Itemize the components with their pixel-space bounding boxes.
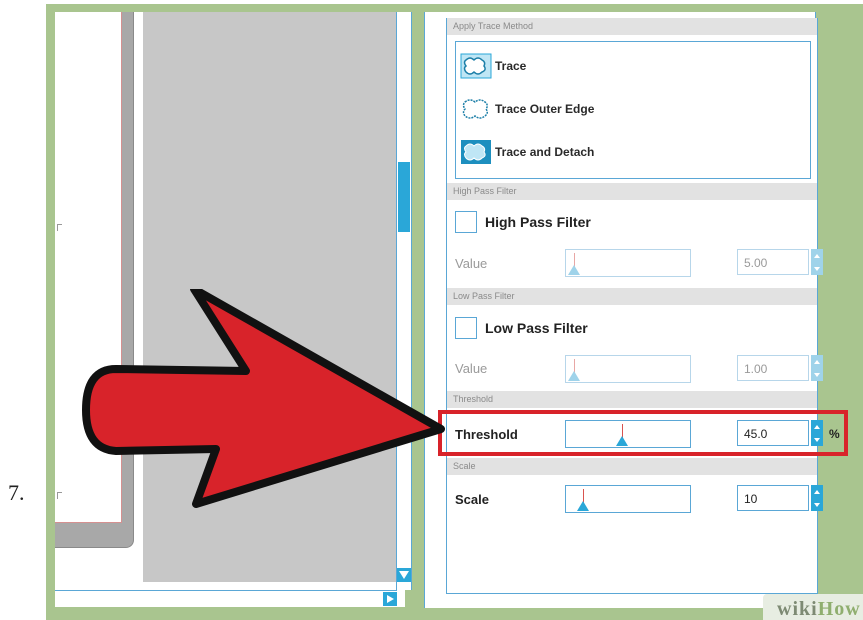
high-pass-filter-label: High Pass Filter	[485, 214, 591, 230]
section-header-scale: Scale	[447, 458, 817, 475]
spin-up-icon[interactable]	[814, 253, 820, 258]
watermark-wiki: wiki	[777, 598, 818, 620]
screenshot-frame: Apply Trace Method Trace Trace Outer Edg…	[46, 4, 863, 620]
watermark-how: How	[817, 598, 861, 620]
trace-and-detach-button[interactable]: Trace and Detach	[460, 138, 594, 166]
low-pass-filter-row[interactable]: Low Pass Filter	[455, 316, 588, 340]
trace-outer-edge-icon	[462, 99, 489, 119]
trace-outer-edge-button[interactable]: Trace Outer Edge	[460, 95, 594, 123]
threshold-highlight-box	[438, 410, 848, 456]
spin-down-icon[interactable]	[814, 502, 820, 507]
high-pass-value-input[interactable]: 5.00	[737, 249, 809, 275]
section-header-trace-method: Apply Trace Method	[447, 18, 817, 35]
low-pass-filter-checkbox[interactable]	[455, 317, 477, 339]
arrow-right-icon	[387, 595, 394, 603]
slider-thumb[interactable]	[568, 371, 580, 381]
high-pass-value-spinner[interactable]	[811, 249, 823, 275]
pointing-arrow-icon	[82, 289, 445, 508]
spin-down-icon[interactable]	[814, 266, 820, 271]
low-pass-value-input[interactable]: 1.00	[737, 355, 809, 381]
low-pass-value-label: Value	[455, 361, 488, 376]
registration-mark	[57, 224, 62, 231]
slider-thumb[interactable]	[568, 265, 580, 275]
scale-label: Scale	[455, 492, 489, 507]
scrollbar-thumb[interactable]	[398, 162, 410, 232]
scale-input[interactable]: 10	[737, 485, 809, 511]
low-pass-value-spinner[interactable]	[811, 355, 823, 381]
trace-method-box: Trace Trace Outer Edge Trace and Detach	[455, 41, 811, 179]
scroll-down-button[interactable]	[397, 568, 411, 582]
high-pass-filter-row[interactable]: High Pass Filter	[455, 210, 591, 234]
high-pass-value-label: Value	[455, 256, 488, 271]
section-header-threshold: Threshold	[447, 391, 817, 408]
trace-label: Trace	[495, 59, 527, 73]
spin-up-icon[interactable]	[814, 359, 820, 364]
scroll-right-button[interactable]	[383, 592, 397, 606]
trace-button[interactable]: Trace	[460, 52, 526, 80]
registration-mark	[57, 492, 62, 499]
slider-thumb[interactable]	[577, 501, 589, 511]
scale-spinner[interactable]	[811, 485, 823, 511]
trace-icon	[460, 53, 492, 79]
wikihow-watermark: wikiHow	[763, 594, 863, 620]
scale-slider[interactable]	[565, 485, 691, 513]
high-pass-value-slider[interactable]	[565, 249, 691, 277]
high-pass-filter-checkbox[interactable]	[455, 211, 477, 233]
arrow-down-icon	[399, 571, 409, 579]
section-header-low-pass: Low Pass Filter	[447, 288, 817, 305]
trace-outer-edge-label: Trace Outer Edge	[495, 102, 595, 116]
low-pass-filter-label: Low Pass Filter	[485, 320, 588, 336]
spin-up-icon[interactable]	[814, 489, 820, 494]
section-header-high-pass: High Pass Filter	[447, 183, 817, 200]
low-pass-value-slider[interactable]	[565, 355, 691, 383]
step-number: 7.	[8, 480, 25, 505]
trace-panel: Apply Trace Method Trace Trace Outer Edg…	[446, 18, 840, 594]
spin-down-icon[interactable]	[814, 372, 820, 377]
trace-and-detach-icon	[461, 140, 491, 164]
horizontal-scrollbar[interactable]	[55, 590, 397, 607]
trace-and-detach-label: Trace and Detach	[495, 145, 595, 159]
